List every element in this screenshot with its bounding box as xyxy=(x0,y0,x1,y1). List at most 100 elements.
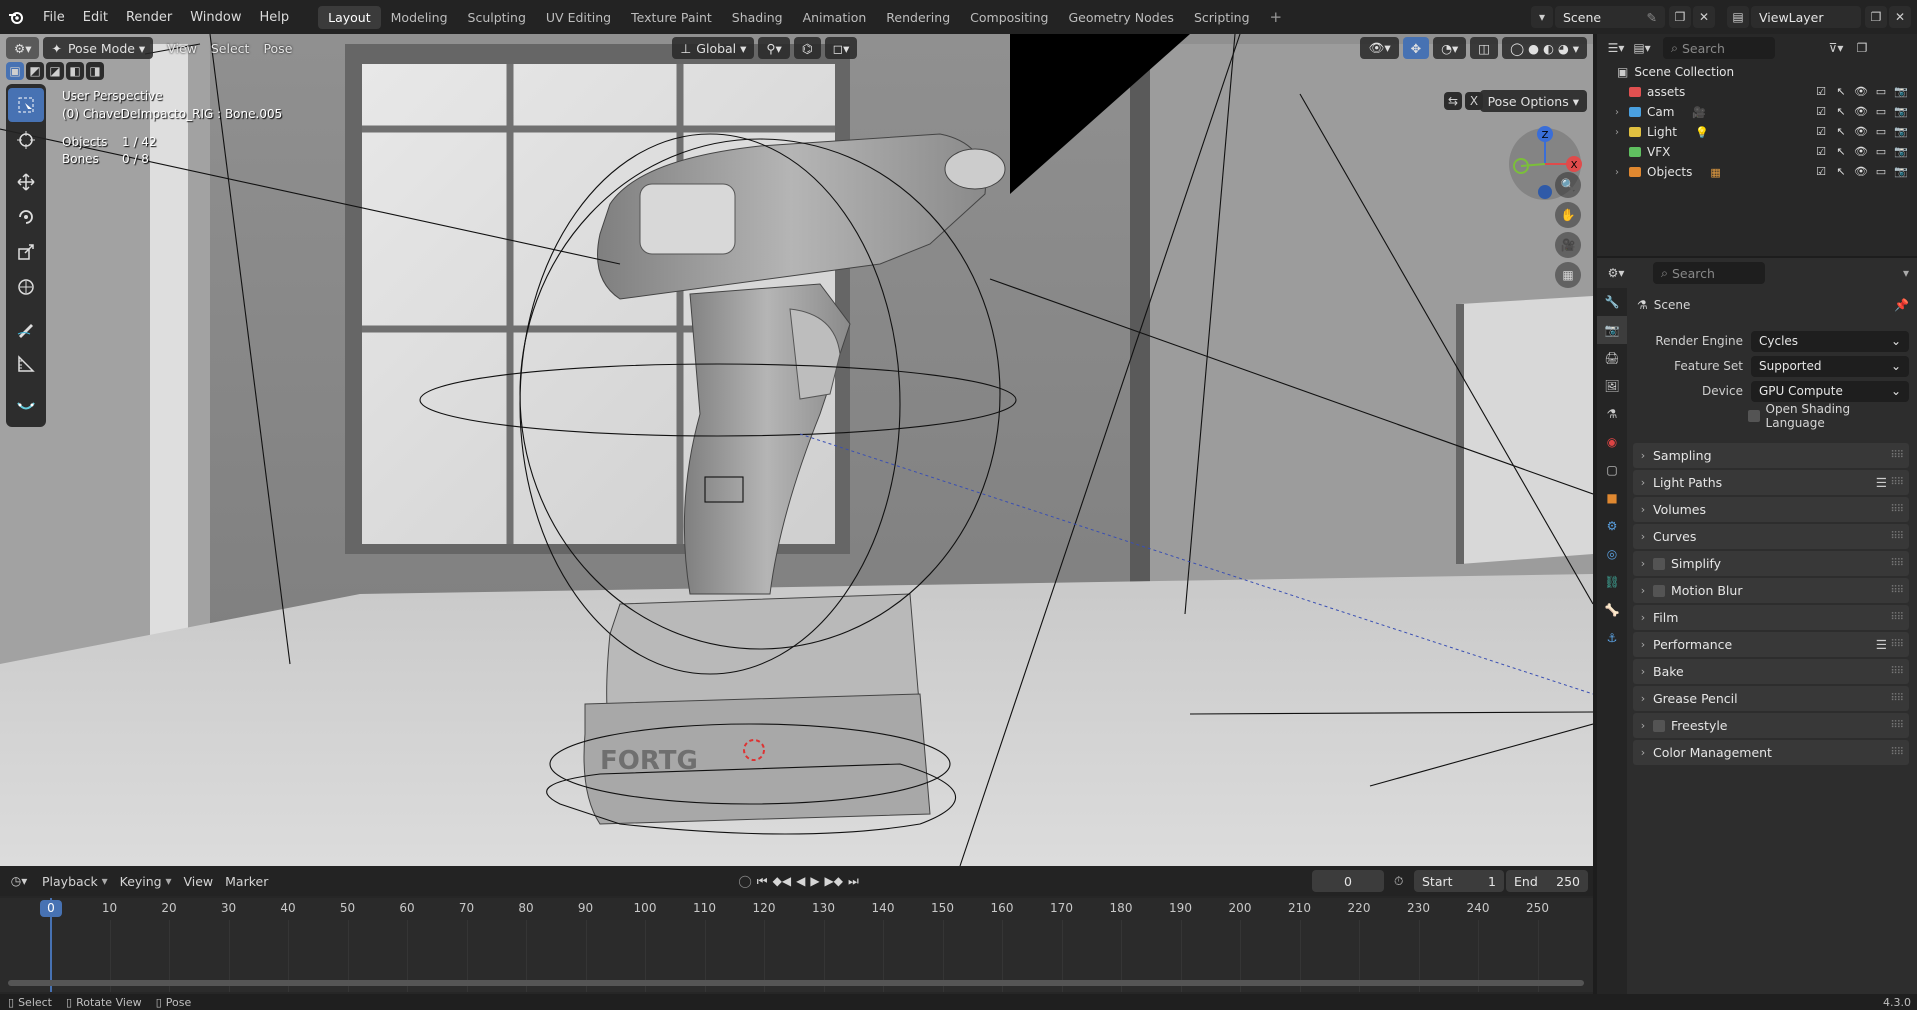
drag-grip-icon[interactable]: ⠿⠿ xyxy=(1890,504,1904,515)
next-keyframe-icon[interactable]: ▶◆ xyxy=(825,874,843,888)
outliner-row-assets[interactable]: assets ☑ ↖ 👁 ▭ 📷 xyxy=(1597,82,1917,102)
transform-tool-icon[interactable] xyxy=(8,270,44,304)
snap-toggle[interactable]: ⌬ xyxy=(793,37,821,59)
viewport-icon[interactable]: ▭ xyxy=(1873,165,1889,179)
drag-grip-icon[interactable]: ⠿⠿ xyxy=(1890,666,1904,677)
render-camera-icon[interactable]: 📷 xyxy=(1893,145,1909,159)
mode-dropdown[interactable]: ✦ Pose Mode ▾ xyxy=(43,37,154,59)
zoom-icon[interactable]: 🔍 xyxy=(1555,172,1581,198)
drag-grip-icon[interactable]: ⠿⠿ xyxy=(1890,531,1904,542)
camera-view-icon[interactable]: 🎥 xyxy=(1555,232,1581,258)
panel-motion-blur[interactable]: › Motion Blur ⠿⠿ xyxy=(1633,578,1909,603)
view-layer-tab-icon[interactable]: 🖼 xyxy=(1597,372,1627,400)
render-camera-icon[interactable]: 📷 xyxy=(1893,85,1909,99)
pin-icon[interactable]: ✎ xyxy=(1647,10,1657,25)
menu-help[interactable]: Help xyxy=(251,10,299,25)
viewport-icon[interactable]: ▭ xyxy=(1873,105,1889,119)
playhead-badge[interactable]: 0 xyxy=(40,900,62,917)
select-arrow-icon[interactable]: ↖ xyxy=(1833,85,1849,99)
object-tab-icon[interactable]: ■ xyxy=(1597,484,1627,512)
viewport-menu-select[interactable]: Select xyxy=(211,41,250,56)
panel-checkbox[interactable] xyxy=(1653,584,1665,597)
scale-tool-icon[interactable] xyxy=(8,235,44,269)
select-arrow-icon[interactable]: ↖ xyxy=(1833,105,1849,119)
select-new-icon[interactable]: ▣ xyxy=(6,62,24,80)
delete-scene-icon[interactable]: ✕ xyxy=(1693,6,1715,28)
tab-shading[interactable]: Shading xyxy=(722,6,793,29)
timeline-scrollbar[interactable] xyxy=(8,980,1584,986)
new-collection-icon[interactable]: ❐ xyxy=(1851,37,1873,59)
menu-render[interactable]: Render xyxy=(117,10,181,25)
select-subtract-icon[interactable]: ◪ xyxy=(46,62,64,80)
outliner-row-objects[interactable]: › Objects ▦ ☑ ↖ 👁 ▭ 📷 xyxy=(1597,162,1917,182)
world-tab-icon[interactable]: ◉ xyxy=(1597,428,1627,456)
constraints-tab-icon[interactable]: ⛓ xyxy=(1597,568,1627,596)
select-extend-icon[interactable]: ◩ xyxy=(26,62,44,80)
pin-context-icon[interactable]: 📌 xyxy=(1894,298,1909,312)
select-arrow-icon[interactable]: ↖ xyxy=(1833,125,1849,139)
panel-film[interactable]: › Film ⠿⠿ xyxy=(1633,605,1909,630)
viewport-icon[interactable]: ▭ xyxy=(1873,145,1889,159)
tab-scripting[interactable]: Scripting xyxy=(1184,6,1260,29)
tab-animation[interactable]: Animation xyxy=(793,6,877,29)
panel-checkbox[interactable] xyxy=(1653,557,1665,570)
frame-ruler[interactable]: 0 10 20 30 40 50 60 70 80 90 100 110 120 130 140 150 160… xyxy=(0,898,1593,920)
drag-grip-icon[interactable]: ⠿⠿ xyxy=(1890,612,1904,623)
timeline-menu-view[interactable]: View xyxy=(183,874,213,889)
move-tool-icon[interactable] xyxy=(8,165,44,199)
modifiers-tab-icon[interactable]: ⚙ xyxy=(1597,512,1627,540)
drag-grip-icon[interactable]: ⠿⠿ xyxy=(1890,693,1904,704)
annotate-tool-icon[interactable] xyxy=(8,312,44,346)
drag-grip-icon[interactable]: ⠿⠿ xyxy=(1890,747,1904,758)
panel-volumes[interactable]: › Volumes ⠿⠿ xyxy=(1633,497,1909,522)
checkbox-icon[interactable]: ☑ xyxy=(1813,85,1829,99)
feature-set-select[interactable]: Supported ⌄ xyxy=(1751,355,1909,377)
checkbox-icon[interactable]: ☑ xyxy=(1813,125,1829,139)
overlays-toggle[interactable]: ◔▾ xyxy=(1433,37,1467,59)
play-icon[interactable]: ▶ xyxy=(810,874,819,888)
properties-options-icon[interactable]: ▾ xyxy=(1903,266,1909,280)
eye-icon[interactable]: 👁 xyxy=(1853,105,1869,119)
tab-geometry-nodes[interactable]: Geometry Nodes xyxy=(1059,6,1184,29)
drag-grip-icon[interactable]: ⠿⠿ xyxy=(1890,477,1904,488)
new-view-layer-icon[interactable]: ❐ xyxy=(1865,6,1887,28)
tab-sculpting[interactable]: Sculpting xyxy=(458,6,536,29)
tab-rendering[interactable]: Rendering xyxy=(876,6,960,29)
eye-icon[interactable]: 👁 xyxy=(1853,165,1869,179)
symmetry-icon[interactable]: ⇆ xyxy=(1444,92,1462,110)
editor-type-button[interactable]: ⚙▾ xyxy=(6,37,40,59)
panel-sampling[interactable]: › Sampling ⠿⠿ xyxy=(1633,443,1909,468)
shading-modes[interactable]: ◯ ● ◐ ◕ ▾ xyxy=(1502,37,1587,59)
checkbox-icon[interactable]: ☑ xyxy=(1813,145,1829,159)
presets-list-icon[interactable]: ☰ xyxy=(1876,475,1887,490)
delete-view-layer-icon[interactable]: ✕ xyxy=(1889,6,1911,28)
drag-grip-icon[interactable]: ⠿⠿ xyxy=(1890,450,1904,461)
expand-chevron-icon[interactable]: › xyxy=(1615,167,1629,178)
add-workspace-icon[interactable]: + xyxy=(1260,4,1293,30)
record-icon[interactable]: ◯ xyxy=(738,874,751,888)
viewport-icon[interactable]: ▭ xyxy=(1873,85,1889,99)
timeline-menu-playback[interactable]: Playback xyxy=(42,874,98,889)
current-frame-field[interactable]: 0 xyxy=(1312,870,1384,892)
tab-modeling[interactable]: Modeling xyxy=(381,6,458,29)
panel-light-paths[interactable]: › Light Paths ☰ ⠿⠿ xyxy=(1633,470,1909,495)
filter-icon[interactable]: ⊽▾ xyxy=(1825,37,1847,59)
mirror-x-button[interactable]: X xyxy=(1465,92,1483,110)
scene-collection-row[interactable]: ▣ Scene Collection xyxy=(1597,62,1917,82)
view-layer-type-icon[interactable]: ▤ xyxy=(1727,6,1749,28)
drag-grip-icon[interactable]: ⠿⠿ xyxy=(1890,720,1904,731)
orientation-dropdown[interactable]: ⊥ Global ▾ xyxy=(672,37,755,59)
rotate-tool-icon[interactable] xyxy=(8,200,44,234)
scene-field[interactable]: Scene ✎ xyxy=(1555,6,1665,28)
start-frame-field[interactable]: Start 1 xyxy=(1414,870,1504,892)
timeline-editor-type-icon[interactable]: ◷▾ xyxy=(8,870,30,892)
eye-icon[interactable]: 👁 xyxy=(1853,85,1869,99)
timeline-menu-keying[interactable]: Keying xyxy=(120,874,162,889)
presets-list-icon[interactable]: ☰ xyxy=(1876,637,1887,652)
tab-texture-paint[interactable]: Texture Paint xyxy=(621,6,722,29)
select-arrow-icon[interactable]: ↖ xyxy=(1833,145,1849,159)
tab-uv-editing[interactable]: UV Editing xyxy=(536,6,621,29)
panel-performance[interactable]: › Performance ☰ ⠿⠿ xyxy=(1633,632,1909,657)
select-box-tool-icon[interactable] xyxy=(8,88,44,122)
select-intersect-icon[interactable]: ◨ xyxy=(86,62,104,80)
